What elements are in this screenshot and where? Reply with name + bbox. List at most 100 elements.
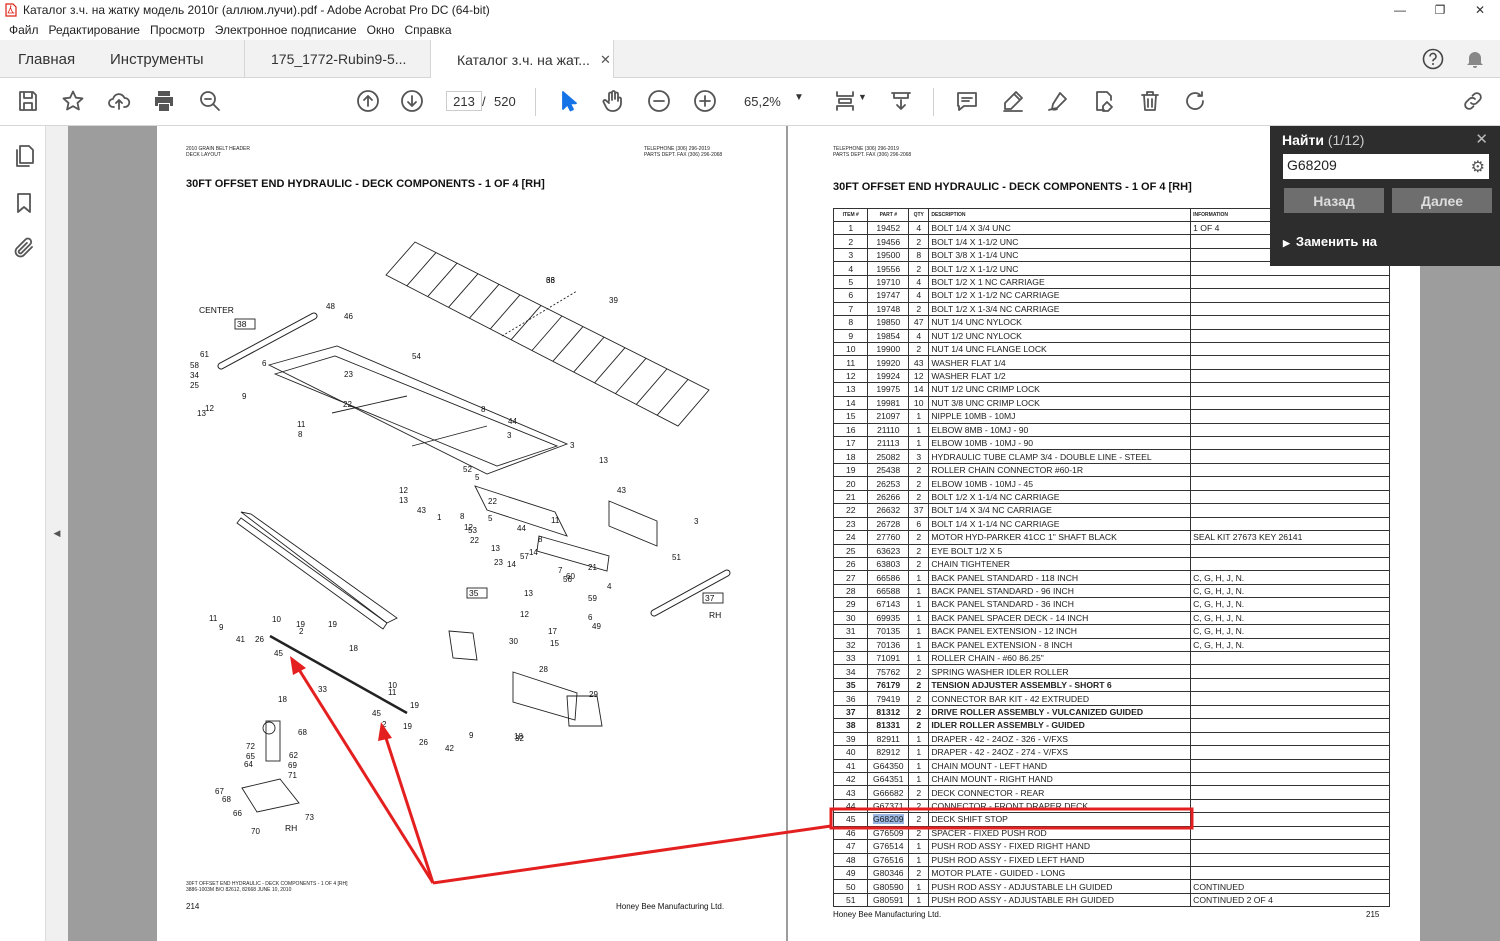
find-back-button[interactable]: Назад <box>1284 188 1384 213</box>
table-row: 43 G66682 2 DECK CONNECTOR - REAR <box>832 785 1390 800</box>
page-display-dropdown-icon[interactable]: ▼ <box>858 92 867 102</box>
menu-window[interactable]: Окно <box>367 23 395 37</box>
table-cell: 1 <box>832 220 869 236</box>
zoom-dropdown-icon[interactable]: ▼ <box>794 92 804 103</box>
menu-view[interactable]: Просмотр <box>150 23 205 37</box>
table-cell: CONTINUED <box>1190 879 1390 894</box>
table-cell: 19975 <box>867 382 910 397</box>
page-display-icon[interactable] <box>832 88 858 114</box>
tab-doc2[interactable]: Каталог з.ч. на жат... ✕ <box>430 40 614 79</box>
help-icon[interactable] <box>1420 40 1446 78</box>
callout-number: 66 <box>233 809 242 818</box>
table-row: 10 19900 2 NUT 1/4 UNC FLANGE LOCK <box>832 341 1390 357</box>
table-cell <box>1190 355 1390 370</box>
table-row: 15 21097 1 NIPPLE 10MB - 10MJ <box>832 409 1390 424</box>
zoom-out-icon[interactable] <box>646 88 672 114</box>
table-cell: C, G, H, J, N. <box>1190 637 1390 653</box>
bell-icon[interactable] <box>1462 40 1488 78</box>
menu-help[interactable]: Справка <box>405 23 452 37</box>
table-cell: 19924 <box>867 368 910 384</box>
diagram-label: 37 <box>705 593 715 603</box>
table-cell: 17 <box>832 435 869 451</box>
right-page-title: 30FT OFFSET END HYDRAULIC - DECK COMPONE… <box>833 181 1192 193</box>
zoom-in-icon[interactable] <box>692 88 718 114</box>
close-window-button[interactable]: ✕ <box>1460 0 1500 20</box>
table-cell <box>1190 503 1390 518</box>
callout-number: 54 <box>412 352 421 361</box>
callout-number: 64 <box>244 760 253 769</box>
search-match-highlight: G68209 <box>872 814 904 825</box>
save-icon[interactable] <box>15 88 41 114</box>
star-icon[interactable] <box>60 88 86 114</box>
center-bracket <box>536 535 610 572</box>
callout-number: 9 <box>219 623 224 632</box>
menu-bar: Файл Редактирование Просмотр Электронное… <box>0 20 1500 40</box>
table-cell: 4 <box>908 328 930 343</box>
hand-tool-icon[interactable] <box>600 88 626 114</box>
sign-pen-icon[interactable] <box>1045 88 1071 114</box>
share-link-icon[interactable] <box>1460 88 1486 114</box>
callout-number: 32 <box>515 734 524 743</box>
tab-tools[interactable]: Инструменты <box>110 40 204 78</box>
table-cell: 27760 <box>867 530 910 545</box>
column-header: ITEM # <box>832 208 869 222</box>
select-cursor-icon[interactable] <box>556 88 582 114</box>
table-cell: 19500 <box>867 247 910 263</box>
page-total: 520 <box>494 94 516 109</box>
table-cell: 1 <box>908 839 930 854</box>
zoom-level[interactable]: 65,2% <box>744 94 781 109</box>
maximize-button[interactable]: ❐ <box>1420 0 1460 20</box>
table-cell <box>1190 650 1390 666</box>
callout-number: 2 <box>299 627 304 636</box>
page-down-icon[interactable] <box>399 88 425 114</box>
rotate-icon[interactable] <box>1182 88 1208 114</box>
delete-icon[interactable] <box>1137 88 1163 114</box>
table-cell: 19747 <box>867 288 910 303</box>
table-cell: C, G, H, J, N. <box>1190 624 1390 639</box>
gear-icon[interactable]: ⚙ <box>1471 157 1485 177</box>
table-cell: BOLT 1/2 X 1-1/2 NC CARRIAGE <box>928 288 1192 303</box>
pages-panel-icon[interactable] <box>12 144 36 168</box>
table-cell <box>1190 798 1390 814</box>
table-cell: 21110 <box>867 422 910 438</box>
menu-edit[interactable]: Редактирование <box>49 23 140 37</box>
menu-sign[interactable]: Электронное подписание <box>215 23 357 37</box>
bookmark-icon[interactable] <box>12 191 36 215</box>
tab-close-icon[interactable]: ✕ <box>600 52 611 68</box>
replace-toggle[interactable]: ▶ Заменить на <box>1283 234 1377 249</box>
attachment-icon[interactable] <box>12 236 36 260</box>
table-cell: SPACER - FIXED PUSH ROD <box>928 825 1192 841</box>
highlight-pen-icon[interactable] <box>1000 88 1026 114</box>
comment-icon[interactable] <box>954 88 980 114</box>
upload-cloud-icon[interactable] <box>106 88 132 114</box>
callout-number: 5 <box>488 514 493 523</box>
table-cell <box>1190 409 1390 424</box>
callout-number: 19 <box>410 701 419 710</box>
find-close-icon[interactable]: ✕ <box>1475 130 1488 148</box>
tab-home[interactable]: Главная <box>18 40 75 78</box>
replace-chevron-icon: ▶ <box>1283 238 1290 248</box>
menu-file[interactable]: Файл <box>9 23 39 37</box>
table-cell: 50 <box>832 879 869 894</box>
find-input[interactable]: G68209 ⚙ <box>1283 154 1489 179</box>
page-number-input[interactable]: 213 <box>446 91 482 111</box>
table-cell <box>1190 435 1390 451</box>
scroll-mode-icon[interactable] <box>888 88 914 114</box>
collapse-panel-arrow-icon[interactable]: ◀ <box>46 126 68 941</box>
find-next-button[interactable]: Далее <box>1392 188 1492 213</box>
edit-pdf-icon[interactable] <box>1091 88 1117 114</box>
print-icon[interactable] <box>151 88 177 114</box>
table-row: 38 81331 2 IDLER ROLLER ASSEMBLY - GUIDED <box>832 718 1390 733</box>
table-cell: 26632 <box>867 503 910 518</box>
callout-number: 73 <box>305 813 314 822</box>
table-cell: G68209 <box>867 812 910 827</box>
page-up-icon[interactable] <box>355 88 381 114</box>
tab-doc1[interactable]: 175_1772-Rubin9-5... <box>244 40 430 78</box>
zoom-search-icon[interactable] <box>197 88 223 114</box>
minimize-button[interactable]: — <box>1380 0 1420 20</box>
table-row: 47 G76514 1 PUSH ROD ASSY - FIXED RIGHT HAN… <box>832 839 1390 854</box>
table-cell: 19748 <box>867 301 910 317</box>
callout-number: 13 <box>524 589 533 598</box>
table-cell: BACK PANEL EXTENSION - 12 INCH <box>928 624 1192 639</box>
table-cell: 21097 <box>867 409 910 424</box>
